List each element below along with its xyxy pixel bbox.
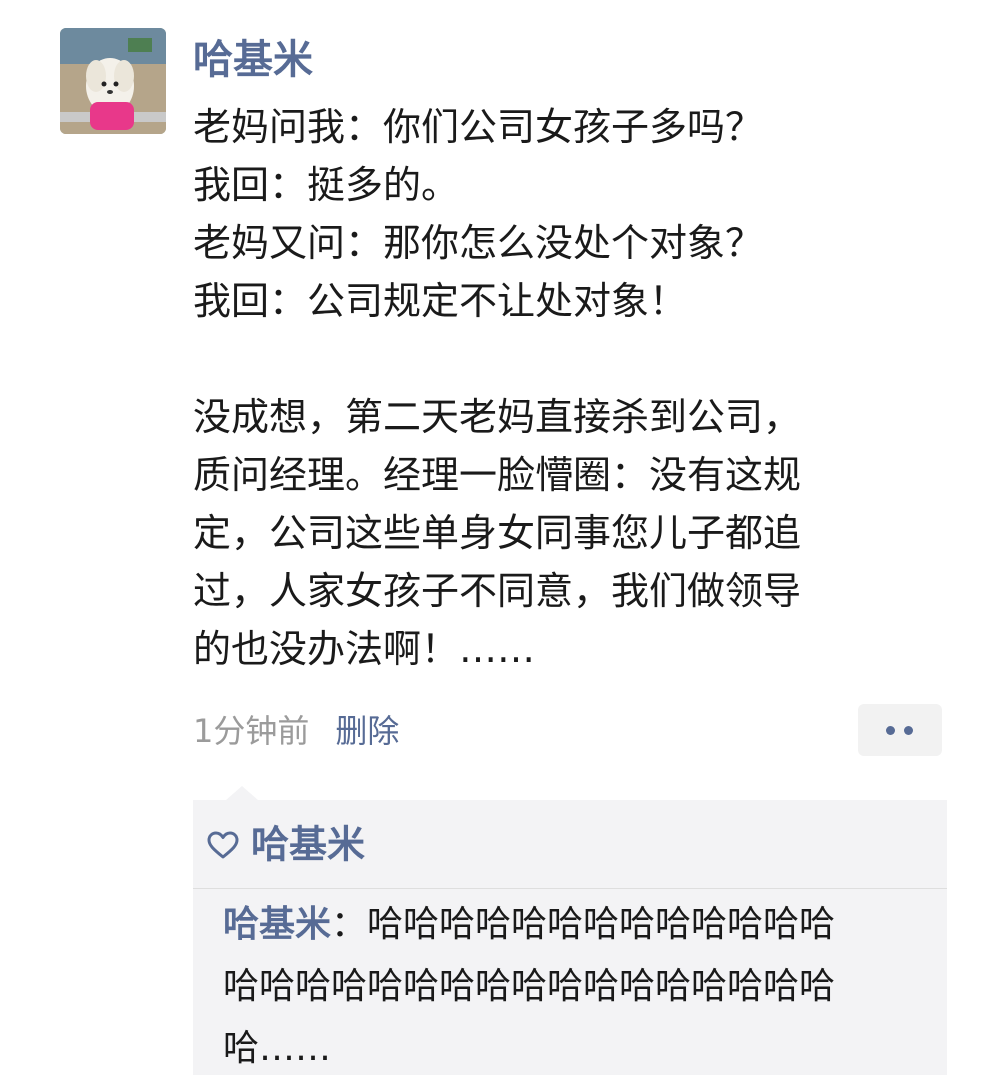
post-line: 的也没办法啊！…… [193, 627, 536, 671]
comment-line: 哈基米：哈哈哈哈哈哈哈哈哈哈哈哈哈 [223, 894, 923, 956]
comment-text-line: 哈哈哈哈哈哈哈哈哈哈哈哈哈哈哈哈哈 [223, 966, 836, 1007]
comment-author[interactable]: 哈基米 [223, 904, 331, 945]
comment-text-line: 哈…… [223, 1028, 332, 1069]
likes-row: 哈基米 [207, 816, 365, 872]
comment-separator: ： [331, 904, 368, 945]
post-line: 没成想，第二天老妈直接杀到公司， [193, 395, 802, 439]
comment-box-arrow [226, 786, 258, 800]
post-line: 我回：挺多的。 [193, 163, 460, 207]
comment-text-line: 哈哈哈哈哈哈哈哈哈哈哈哈哈 [367, 904, 836, 945]
post-line: 定，公司这些单身女同事您儿子都追 [193, 511, 802, 555]
post-line: 我回：公司规定不让处对象！ [193, 279, 688, 323]
more-dots-icon [886, 726, 895, 735]
post-content: 老妈问我：你们公司女孩子多吗？ 我回：挺多的。 老妈又问：那你怎么没处个对象？ … [193, 98, 913, 678]
post-timestamp: 1分钟前 [193, 712, 310, 750]
delete-button[interactable]: 删除 [335, 712, 399, 750]
more-dots-icon [904, 726, 913, 735]
post-username[interactable]: 哈基米 [193, 34, 313, 86]
avatar[interactable] [60, 28, 166, 134]
likes-username[interactable]: 哈基米 [251, 823, 365, 867]
post-line: 质问经理。经理一脸懵圈：没有这规 [193, 453, 802, 497]
post-line: 过，人家女孩子不同意，我们做领导 [193, 569, 802, 613]
more-actions-button[interactable] [858, 704, 942, 756]
comment-box: 哈基米 哈基米：哈哈哈哈哈哈哈哈哈哈哈哈哈 哈哈哈哈哈哈哈哈哈哈哈哈哈哈哈哈哈 … [193, 800, 947, 1075]
avatar-photo [60, 28, 166, 134]
post-line: 老妈又问：那你怎么没处个对象？ [193, 221, 764, 265]
post-meta: 1分钟前 删除 [193, 706, 399, 756]
comment-divider [193, 888, 947, 889]
post-line: 老妈问我：你们公司女孩子多吗？ [193, 105, 764, 149]
comment-item[interactable]: 哈基米：哈哈哈哈哈哈哈哈哈哈哈哈哈 哈哈哈哈哈哈哈哈哈哈哈哈哈哈哈哈哈 哈…… [223, 894, 923, 1080]
heart-icon [207, 831, 239, 858]
